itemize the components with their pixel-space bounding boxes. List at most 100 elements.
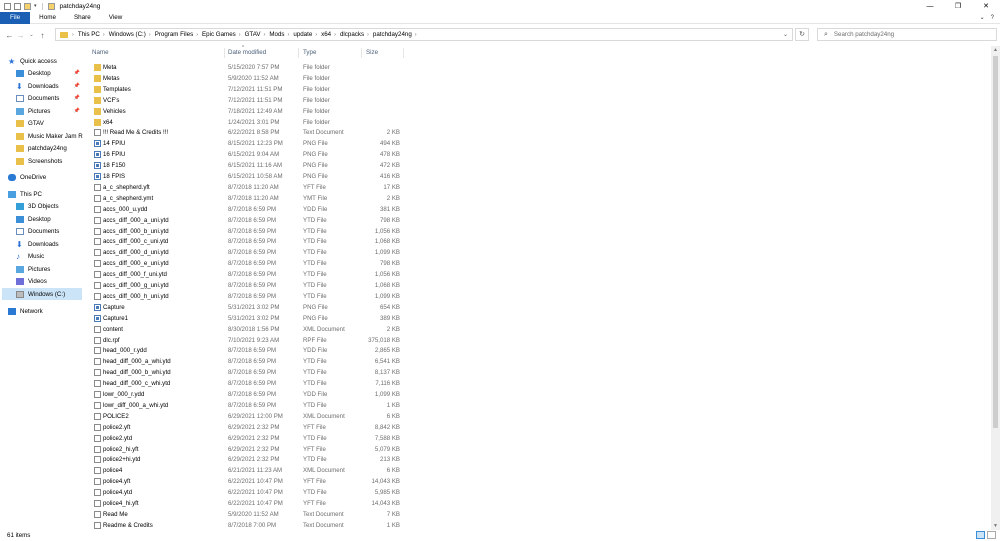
up-arrow-icon[interactable]: ↑ (37, 31, 48, 40)
chevron-right-icon[interactable]: › (103, 32, 105, 38)
nav-music-maker-jam[interactable]: Music Maker Jam R (16, 130, 83, 142)
file-row[interactable]: police4.yft 6/22/2021 10:47 PM YFT File 14,… (88, 476, 408, 487)
vertical-scrollbar[interactable]: ▲ ▼ (991, 46, 1000, 530)
file-row[interactable]: x64 1/24/2021 3:01 PM File folder (88, 117, 408, 128)
file-row[interactable]: accs_diff_000_d_uni.ytd 8/7/2018 6:59 PM Y… (88, 247, 408, 258)
file-row[interactable]: a_c_shepherd.yft 8/7/2018 11:20 AM YFT Fil… (88, 182, 408, 193)
file-row[interactable]: 18 FPIS 6/15/2021 10:58 AM PNG File 416 KB (88, 171, 408, 182)
nav-this-pc[interactable]: This PC (8, 188, 42, 200)
column-divider[interactable] (403, 48, 404, 58)
breadcrumb-this-pc[interactable]: This PC (78, 31, 100, 38)
nav-documents-pinned[interactable]: Documents 📌 (16, 92, 80, 104)
tab-share[interactable]: Share (65, 12, 100, 24)
nav-music[interactable]: ♪ Music (16, 250, 44, 262)
file-row[interactable]: accs_diff_000_b_uni.ytd 8/7/2018 6:59 PM Y… (88, 226, 408, 237)
nav-gtav[interactable]: GTAV (16, 117, 44, 129)
file-row[interactable]: head_diff_000_b_whi.ytd 8/7/2018 6:59 PM Y… (88, 367, 408, 378)
file-row[interactable]: police2.yft 6/29/2021 2:32 PM YFT File 8,84… (88, 422, 408, 433)
file-row[interactable]: lowr_000_r.ydd 8/7/2018 6:59 PM YDD File 1,… (88, 389, 408, 400)
nav-quick-access[interactable]: ★ Quick access (8, 55, 57, 67)
nav-patchday24ng[interactable]: patchday24ng (16, 142, 67, 154)
breadcrumb-update[interactable]: update (293, 31, 312, 38)
chevron-right-icon[interactable]: › (149, 32, 151, 38)
file-row[interactable]: 18 F150 6/15/2021 11:16 AM PNG File 472 KB (88, 160, 408, 171)
file-row[interactable]: accs_diff_000_h_uni.ytd 8/7/2018 6:59 PM Y… (88, 291, 408, 302)
scroll-up-icon[interactable]: ▲ (991, 46, 1000, 54)
breadcrumb-mods[interactable]: Mods (269, 31, 284, 38)
column-type[interactable]: Type (303, 49, 316, 59)
search-box[interactable]: ⌕ Search patchday24ng (817, 28, 997, 41)
file-row[interactable]: lowr_diff_000_a_whi.ytd 8/7/2018 6:59 PM Y… (88, 400, 408, 411)
tab-view[interactable]: View (100, 12, 132, 24)
nav-3d-objects[interactable]: 3D Objects (16, 200, 59, 212)
nav-documents[interactable]: Documents (16, 225, 59, 237)
column-size[interactable]: Size (366, 49, 378, 59)
column-divider[interactable] (298, 48, 299, 58)
file-row[interactable]: Meta 5/15/2020 7:57 PM File folder (88, 62, 408, 73)
help-icon[interactable]: ? (991, 12, 994, 24)
close-button[interactable]: ✕ (972, 0, 1000, 12)
breadcrumb-program-files[interactable]: Program Files (155, 31, 194, 38)
file-row[interactable]: police2+hi.ytd 6/29/2021 2:32 PM YTD File 2… (88, 454, 408, 465)
column-name[interactable]: Name (92, 49, 109, 59)
checkmark-icon[interactable] (14, 2, 21, 10)
tab-file[interactable]: File (0, 11, 31, 24)
file-row[interactable]: police4 6/21/2021 11:23 AM XML Document 6 K… (88, 465, 408, 476)
file-row[interactable]: 14 FPIU 8/15/2021 12:23 PM PNG File 494 KB (88, 138, 408, 149)
large-icons-view-icon[interactable] (987, 531, 996, 539)
refresh-button[interactable]: ↻ (795, 28, 809, 41)
expand-ribbon-icon[interactable]: ⌄ (980, 12, 985, 24)
file-row[interactable]: police2_hi.yft 6/29/2021 2:32 PM YFT File 5… (88, 444, 408, 455)
chevron-right-icon[interactable]: › (367, 32, 369, 38)
address-history-chevron-icon[interactable]: ⌄ (783, 31, 788, 38)
breadcrumb-dlcpacks[interactable]: dlcpacks (340, 31, 364, 38)
chevron-right-icon[interactable]: › (415, 32, 417, 38)
scrollbar-thumb[interactable] (993, 56, 998, 428)
file-row[interactable]: head_diff_000_a_whi.ytd 8/7/2018 6:59 PM Y… (88, 356, 408, 367)
file-row[interactable]: police4.ytd 6/22/2021 10:47 PM YTD File 5,9… (88, 487, 408, 498)
forward-arrow-icon[interactable]: → (15, 31, 26, 40)
file-row[interactable]: a_c_shepherd.ymt 8/7/2018 11:20 AM YMT Fil… (88, 193, 408, 204)
file-row[interactable]: Metas 5/9/2020 11:52 AM File folder (88, 73, 408, 84)
file-row[interactable]: accs_diff_000_c_uni.ytd 8/7/2018 6:59 PM Y… (88, 236, 408, 247)
chevron-right-icon[interactable]: › (334, 32, 336, 38)
chevron-right-icon[interactable]: › (315, 32, 317, 38)
breadcrumb-windows-c[interactable]: Windows (C:) (109, 31, 146, 38)
file-row[interactable]: accs_diff_000_g_uni.ytd 8/7/2018 6:59 PM Y… (88, 280, 408, 291)
nav-videos[interactable]: Videos (16, 275, 47, 287)
nav-desktop-pinned[interactable]: Desktop 📌 (16, 67, 80, 79)
file-row[interactable]: accs_000_u.ydd 8/7/2018 6:59 PM YDD File 38… (88, 204, 408, 215)
file-row[interactable]: Read Me 5/9/2020 11:52 AM Text Document 7 K… (88, 509, 408, 520)
chevron-right-icon[interactable]: › (196, 32, 198, 38)
file-row[interactable]: accs_diff_000_e_uni.ytd 8/7/2018 6:59 PM Y… (88, 258, 408, 269)
file-row[interactable]: !!! Read Me & Credits !!! 6/22/2021 8:58 … (88, 127, 408, 138)
file-row[interactable]: Templates 7/12/2021 11:51 PM File folder (88, 84, 408, 95)
column-divider[interactable] (224, 48, 225, 58)
file-row[interactable]: 16 FPIU 6/15/2021 9:04 AM PNG File 478 KB (88, 149, 408, 160)
file-row[interactable]: police2.ytd 6/29/2021 2:32 PM YTD File 7,58… (88, 433, 408, 444)
file-row[interactable]: police4_hi.yft 6/22/2021 10:47 PM YFT File… (88, 498, 408, 509)
nav-downloads[interactable]: ⬇ Downloads (16, 238, 59, 250)
breadcrumb-gtav[interactable]: GTAV (245, 31, 261, 38)
nav-windows-c[interactable]: Windows (C:) (2, 288, 82, 300)
breadcrumb-epic-games[interactable]: Epic Games (202, 31, 236, 38)
column-divider[interactable] (361, 48, 362, 58)
file-row[interactable]: Capture1 5/31/2021 3:02 PM PNG File 389 KB (88, 313, 408, 324)
breadcrumb-patchday24ng[interactable]: patchday24ng (373, 31, 412, 38)
column-date-modified[interactable]: Date modified (228, 49, 266, 59)
scroll-down-icon[interactable]: ▼ (991, 522, 1000, 530)
back-arrow-icon[interactable]: ← (4, 31, 15, 40)
nav-pictures-pinned[interactable]: Pictures 📌 (16, 105, 80, 117)
minimize-button[interactable]: — (916, 0, 944, 12)
address-bar[interactable]: › This PC › Windows (C:) › Program Files… (55, 28, 793, 41)
new-folder-icon[interactable] (24, 2, 31, 10)
chevron-right-icon[interactable]: › (264, 32, 266, 38)
recent-locations-icon[interactable]: ⌄ (26, 32, 37, 38)
chevron-right-icon[interactable]: › (288, 32, 290, 38)
nav-onedrive[interactable]: OneDrive (8, 171, 46, 183)
details-view-icon[interactable] (976, 531, 985, 539)
nav-downloads-pinned[interactable]: ⬇ Downloads 📌 (16, 80, 80, 92)
file-row[interactable]: Vehicles 7/18/2021 12:49 AM File folder (88, 106, 408, 117)
nav-screenshots[interactable]: Screenshots (16, 155, 62, 167)
nav-network[interactable]: Network (8, 305, 43, 317)
